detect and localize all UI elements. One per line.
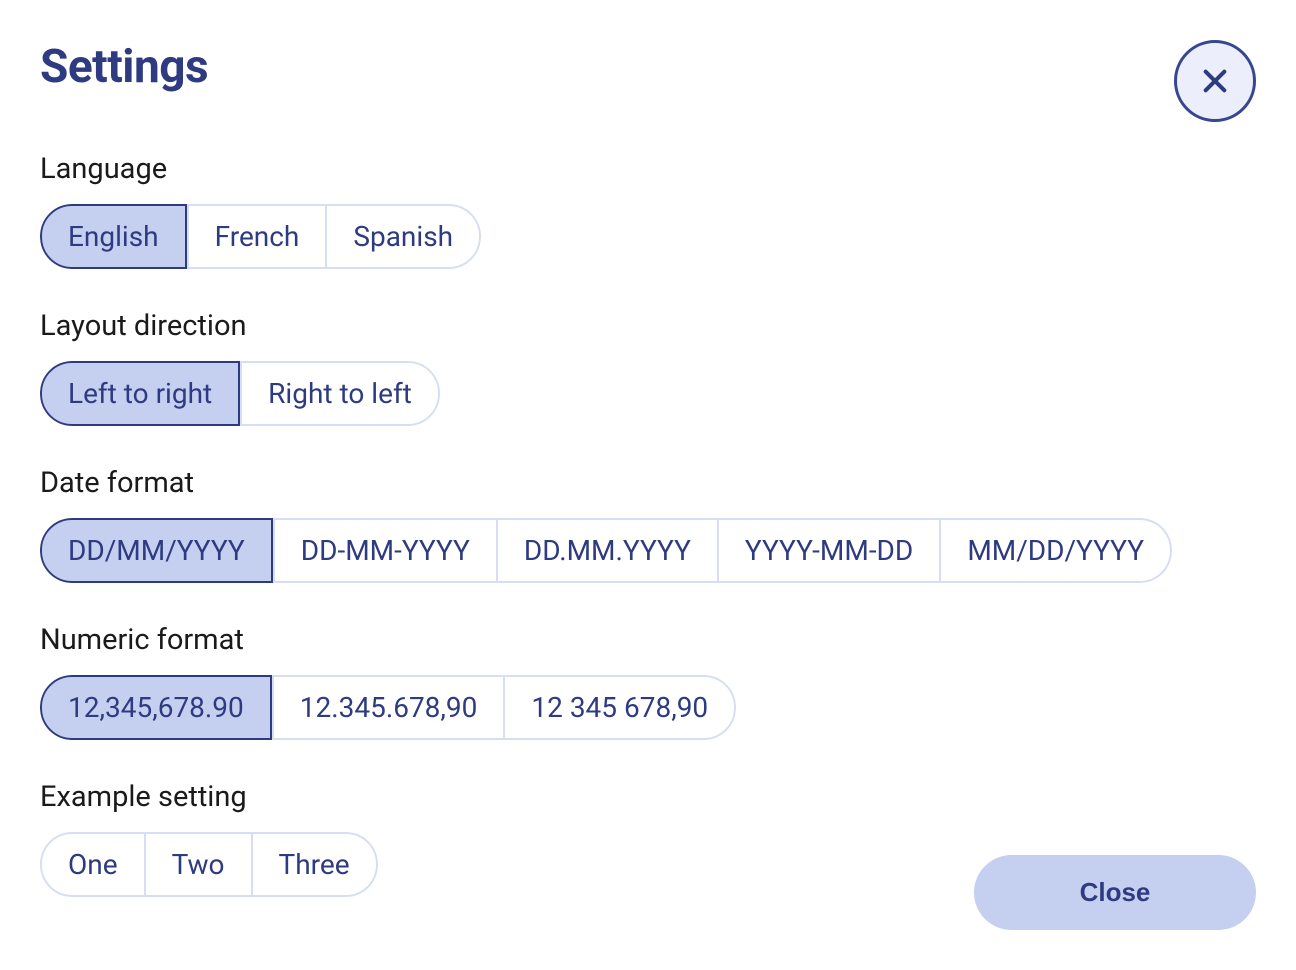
option-dd-mm-yyyy[interactable]: DD-MM-YYYY: [273, 518, 498, 583]
setting-label: Numeric format: [40, 623, 1256, 657]
option-three[interactable]: Three: [253, 832, 378, 897]
option-spanish[interactable]: Spanish: [327, 204, 481, 269]
option-12-345-678-90[interactable]: 12.345.678,90: [272, 675, 506, 740]
segmented-control: Left to rightRight to left: [40, 361, 440, 426]
setting-label: Example setting: [40, 780, 1256, 814]
close-icon-button[interactable]: [1174, 40, 1256, 122]
option-one[interactable]: One: [40, 832, 146, 897]
close-icon: [1199, 65, 1231, 97]
option-dd-mm-yyyy[interactable]: DD/MM/YYYY: [40, 518, 273, 583]
option-right-to-left[interactable]: Right to left: [240, 361, 440, 426]
setting-label: Date format: [40, 466, 1256, 500]
setting-group-layout-direction: Layout direction Left to rightRight to le…: [40, 309, 1256, 426]
option-french[interactable]: French: [187, 204, 328, 269]
setting-group-numeric-format: Numeric format 12,345,678.9012.345.678,90…: [40, 623, 1256, 740]
setting-group-language: Language EnglishFrenchSpanish: [40, 152, 1256, 269]
option-two[interactable]: Two: [146, 832, 253, 897]
page-title: Settings: [40, 40, 208, 94]
segmented-control: EnglishFrenchSpanish: [40, 204, 481, 269]
setting-label: Language: [40, 152, 1256, 186]
option-left-to-right[interactable]: Left to right: [40, 361, 240, 426]
segmented-control: DD/MM/YYYYDD-MM-YYYYDD.MM.YYYYYYYY-MM-DD…: [40, 518, 1172, 583]
option-12-345-678-90[interactable]: 12 345 678,90: [505, 675, 736, 740]
setting-group-date-format: Date format DD/MM/YYYYDD-MM-YYYYDD.MM.YYY…: [40, 466, 1256, 583]
option-yyyy-mm-dd[interactable]: YYYY-MM-DD: [719, 518, 941, 583]
close-button[interactable]: Close: [974, 855, 1256, 930]
option-english[interactable]: English: [40, 204, 187, 269]
segmented-control: 12,345,678.9012.345.678,9012 345 678,90: [40, 675, 736, 740]
option-12-345-678-90[interactable]: 12,345,678.90: [40, 675, 272, 740]
option-dd-mm-yyyy[interactable]: DD.MM.YYYY: [498, 518, 719, 583]
option-mm-dd-yyyy[interactable]: MM/DD/YYYY: [941, 518, 1172, 583]
setting-label: Layout direction: [40, 309, 1256, 343]
segmented-control: OneTwoThree: [40, 832, 378, 897]
